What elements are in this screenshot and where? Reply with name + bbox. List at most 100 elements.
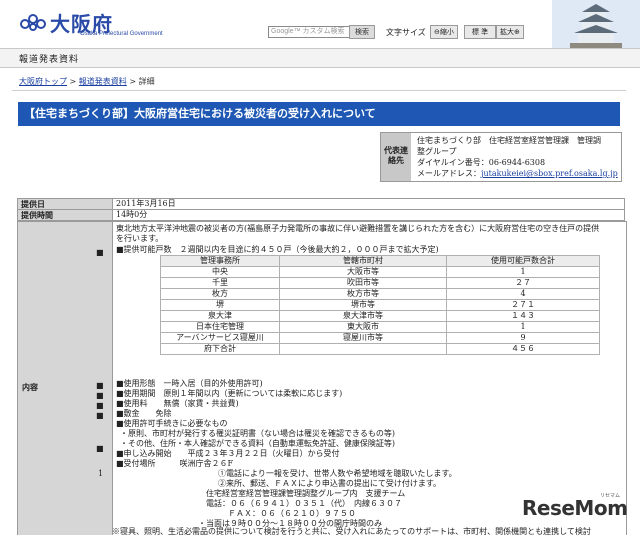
table-cell: 枚方市等 [279, 288, 447, 300]
usage-fee: ■使用料 無償（家賃・共益費) [116, 399, 239, 408]
table-row: 日本住宅管理 東大阪市 1 [160, 321, 600, 333]
table-cell: 泉大津市等 [279, 310, 447, 322]
email-link[interactable]: jutakukeiei@sbox.pref.osaka.lg.jp [481, 169, 618, 178]
table-row: 堺 堺市等 ２７１ [160, 299, 600, 311]
search-button[interactable]: 検索 [349, 25, 375, 39]
table-cell: 千里 [160, 277, 280, 289]
reception-line: 住宅経営室経営管理課管理調整グループ内 支援チーム [206, 489, 406, 498]
table-cell: ４５６ [446, 343, 600, 355]
table-cell: 東大阪市 [279, 321, 447, 333]
reception-line: ①電話により一報を受け、世帯人数や希望地域を聴取いたします。 [218, 469, 457, 478]
site-header: 大阪府 Osaka Prefectural Government Google™… [0, 0, 640, 54]
breadcrumb-current: 詳細 [138, 77, 155, 86]
font-size-label: 文字サイズ [386, 28, 426, 37]
breadcrumb-top-link[interactable]: 大阪府トップ [19, 77, 67, 86]
date-label: 提供日 [17, 198, 113, 210]
content-label: 内容 [22, 382, 38, 392]
table-total-row: 府下合計 ４５６ [160, 343, 600, 355]
font-standard-button[interactable]: 標 準 [464, 25, 496, 39]
breadcrumb: 大阪府トップ > 報道発表資料 > 詳細 [19, 76, 155, 87]
table-row: 提供時間 14時0分 [17, 209, 625, 221]
contact-heading: 代表連絡先 [381, 133, 411, 181]
bullet: ■ [96, 411, 104, 420]
table-cell: 日本住宅管理 [160, 321, 280, 333]
bullet: ■ [96, 391, 104, 400]
table-cell: 大阪市等 [279, 266, 447, 278]
time-value: 14時0分 [112, 209, 625, 221]
divider [12, 90, 626, 91]
table-row: アーバンサービス寝屋川 寝屋川市等 9 [160, 332, 600, 344]
table-cell: 1 [446, 321, 600, 333]
contact-phone: ダイヤルイン番号：06-6944-6308 [417, 158, 546, 167]
deposit: ■敷金 免除 [116, 409, 172, 418]
supply-line: ■提供可能戸数 ２週間以内を目途に約４５０戸（今後最大約２，０００戸まで拡大予定… [116, 245, 439, 254]
row-number: 1 [98, 469, 104, 478]
note-line: ※寝具、照明、生活必需品の提供について検討を行うと共に、受け入れにあたってのサポ… [112, 527, 591, 535]
table-cell: 9 [446, 332, 600, 344]
table-cell: 4 [446, 288, 600, 300]
column-header: 使用可能戸数合計 [446, 255, 600, 267]
table-cell: 寝屋川市等 [279, 332, 447, 344]
osaka-castle-icon [552, 0, 640, 54]
application-start: ■申し込み開始 平成２３年３月２２日（火曜日）から受付 [116, 449, 340, 458]
contact-department: 住宅まちづくり部 住宅経営室経営管理課 管理調 [417, 136, 601, 145]
press-release-heading: 報道発表資料 [19, 55, 80, 65]
time-label: 提供時間 [17, 209, 113, 221]
date-value: 2011年3月16日 [112, 198, 625, 210]
breadcrumb-separator: > [126, 77, 139, 86]
table-row: 提供日 2011年3月16日 [17, 198, 625, 210]
page-title: 【住宅まちづくり部】大阪府営住宅における被災者の受け入れについて [18, 102, 620, 126]
table-cell: 泉大津 [160, 310, 280, 322]
table-cell: 府下合計 [160, 343, 280, 355]
contact-email: メールアドレス：jutakukeiei@sbox.pref.osaka.lg.j… [417, 168, 618, 179]
table-cell: 枚方 [160, 288, 280, 300]
resemom-watermark: ReseMom [522, 496, 628, 520]
table-row: 中央 大阪市等 1 [160, 266, 600, 278]
logo-subtitle: Osaka Prefectural Government [80, 31, 163, 37]
usage-type: ■使用形態 一時入居（目的外使用許可) [116, 379, 263, 388]
required-docs-line: ・その他、住所・本人確認ができる資料（自動車運転免許証、健康保険証等) [120, 439, 395, 448]
table-row: 千里 吹田市等 ２７ [160, 277, 600, 289]
required-docs: ■使用許可手続きに必要なもの [116, 419, 228, 428]
table-cell [279, 343, 447, 355]
contact-group: 整グループ [417, 147, 457, 156]
required-docs-line: ・原則、市町村が発行する罹災証明書（ない場合は罹災を確認できるもの等) [120, 429, 395, 438]
housing-table: 管理事務所 管轄市町村 使用可能戸数合計 中央 大阪市等 1 千里 吹田市等 ２… [160, 255, 600, 355]
table-cell: ２７１ [446, 299, 600, 311]
table-cell: ２７ [446, 277, 600, 289]
intro-line: を行います。 [116, 234, 164, 243]
intro-line: 東北地方太平洋沖地震の被災者の方(福島原子力発電所の事故に伴い避難措置を講じられ… [116, 224, 600, 233]
table-cell: アーバンサービス寝屋川 [160, 332, 280, 344]
breadcrumb-press-link[interactable]: 報道発表資料 [79, 77, 127, 86]
page: 大阪府 Osaka Prefectural Government Google™… [0, 0, 640, 535]
search-input[interactable]: Google™ カスタム検索 [268, 26, 350, 38]
bullet: ■ [96, 401, 104, 410]
font-small-label: 縮小 [439, 28, 454, 36]
table-cell: 堺 [160, 299, 280, 311]
column-header: 管轄市町村 [279, 255, 447, 267]
font-small-button[interactable]: ⊖縮小 [430, 25, 458, 39]
table-cell: 1 [446, 266, 600, 278]
contact-box: 代表連絡先 住宅まちづくり部 住宅経営室経営管理課 管理調 整グループ ダイヤル… [380, 132, 622, 182]
font-large-button[interactable]: 拡大⊕ [496, 25, 524, 39]
reception-place: ■受付場所 咲洲庁舎２６F [116, 459, 234, 468]
usage-period: ■使用期間 原則１年間以内（更新については柔軟に応じます) [116, 389, 343, 398]
table-header-row: 管理事務所 管轄市町村 使用可能戸数合計 [160, 255, 600, 267]
table-cell: 中央 [160, 266, 280, 278]
table-cell: 吹田市等 [279, 277, 447, 289]
reception-phone: 電話：０６（６９４１）０３５１（代） 内線６３０７ [206, 499, 402, 508]
bullet: ■ [96, 248, 104, 257]
email-label: メールアドレス： [417, 169, 481, 178]
column-header: 管理事務所 [160, 255, 280, 267]
bullet: ■ [96, 444, 104, 453]
press-release-bar: 報道発表資料 [0, 48, 640, 68]
bullet: ■ [96, 381, 104, 390]
table-row: 泉大津 泉大津市等 １４３ [160, 310, 600, 322]
reception-fax: ＦＡＸ：０６（６２１０）９７５０ [228, 509, 356, 518]
reception-line: ②来所、郵送、ＦＡＸにより申込書の提出にて受け付けます。 [218, 479, 442, 488]
font-large-label: 拡大 [500, 28, 514, 36]
table-row: 枚方 枚方市等 4 [160, 288, 600, 300]
breadcrumb-separator: > [67, 77, 79, 86]
osaka-logo-icon[interactable] [20, 13, 46, 31]
content-label-cell: 内容 ■ ■ ■ ■ ■ ■ 1 [18, 222, 113, 535]
